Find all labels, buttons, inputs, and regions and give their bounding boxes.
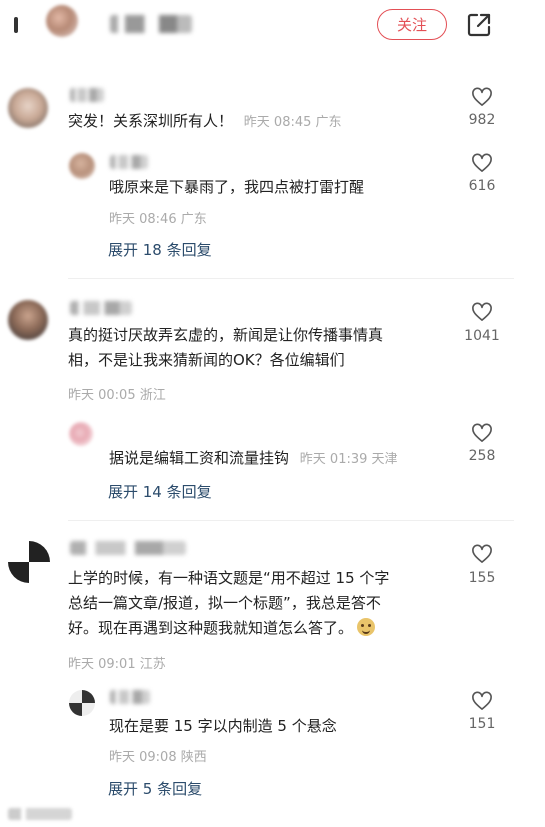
share-icon[interactable] [465,11,493,39]
reply-username-blurred [110,155,148,169]
grin-emoji-icon [357,618,376,636]
divider [68,520,514,521]
like-count: 982 [468,112,496,128]
expand-replies-link[interactable]: 展开 5 条回复 [108,778,202,799]
username-blurred [70,301,132,315]
comment-text: 真的挺讨厌故弄玄虚的，新闻是让你传播事情真 相，不是让我来猜新闻的OK？各位编辑… [68,326,384,369]
reply-meta: 昨天 09:08 陕西 [109,750,207,765]
reply-text: 现在是要 15 字以内制造 5 个悬念 [109,717,337,735]
heart-outline-icon[interactable] [471,691,493,711]
author-avatar[interactable] [46,5,78,37]
back-icon[interactable] [14,17,18,33]
comment-meta: 昨天 00:05 浙江 [68,388,166,403]
expand-replies-link[interactable]: 展开 14 条回复 [108,481,212,502]
reply-avatar[interactable] [69,690,95,716]
like-count: 258 [468,448,496,464]
comment-meta: 昨天 08:45 广东 [243,115,342,130]
reply-meta: 昨天 08:46 广东 [109,212,207,227]
reply-text: 哦原来是下暴雨了，我四点被打雷打醒 [109,178,365,196]
reply-avatar[interactable] [69,422,93,446]
heart-outline-icon[interactable] [471,423,493,443]
divider [68,278,514,279]
expand-replies-link[interactable]: 展开 18 条回复 [108,239,212,260]
watermark-blurred [8,808,72,820]
comment-text: 上学的时候，有一种语文题是“用不超过 15 个字 总结一篇文章/报道，拟一个标题… [68,569,390,637]
username-blurred [70,541,186,555]
username-blurred [70,88,104,102]
author-name-blurred [110,15,192,33]
avatar[interactable] [8,88,48,128]
like-count: 1041 [464,328,500,344]
reply-username-blurred [110,690,150,704]
like-count: 155 [468,570,496,586]
avatar[interactable] [8,300,48,340]
comment-meta: 昨天 09:01 江苏 [68,657,166,672]
heart-outline-icon[interactable] [471,153,493,173]
follow-button[interactable]: 关注 [377,9,447,40]
like-count: 151 [468,716,496,732]
reply-text: 据说是编辑工资和流量挂钩 昨天 01:39 天津 [109,449,398,467]
comment-text: 突发！关系深圳所有人！ 昨天 08:45 广东 [68,112,342,130]
like-count: 616 [468,178,496,194]
reply-avatar[interactable] [69,153,95,179]
heart-outline-icon[interactable] [471,544,493,564]
reply-meta: 昨天 01:39 天津 [299,452,398,467]
heart-outline-icon[interactable] [471,302,493,322]
avatar[interactable] [8,541,50,583]
heart-outline-icon[interactable] [471,87,493,107]
